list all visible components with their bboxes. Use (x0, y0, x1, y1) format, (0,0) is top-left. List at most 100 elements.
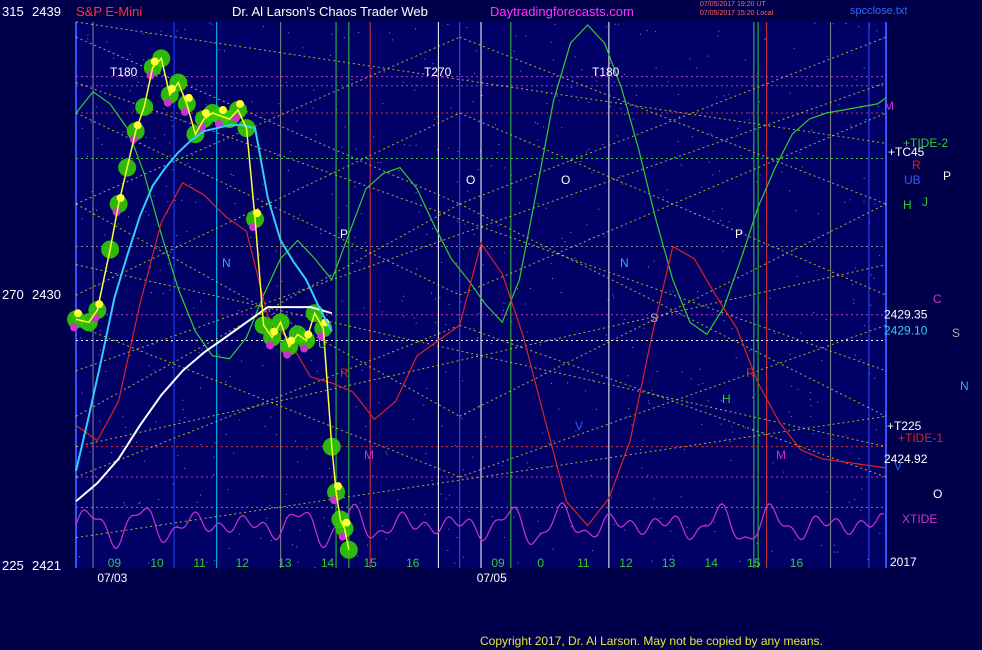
star (745, 59, 746, 61)
x-tick-label: 10 (150, 556, 164, 570)
date-label-day2: 07/05 (477, 571, 507, 585)
star (503, 536, 505, 538)
star (503, 252, 505, 254)
star (860, 107, 862, 109)
star (525, 35, 527, 37)
star (513, 50, 515, 52)
star (653, 260, 655, 262)
star (96, 209, 97, 211)
star (441, 261, 443, 263)
star (229, 376, 231, 378)
star (355, 148, 357, 150)
star (663, 407, 665, 409)
star (95, 106, 97, 108)
star (151, 292, 152, 294)
star (720, 423, 722, 425)
star (447, 550, 449, 551)
price-high-dot (74, 309, 82, 318)
star (845, 434, 847, 436)
star (250, 236, 252, 238)
star (278, 103, 280, 105)
star (580, 161, 582, 162)
star (270, 540, 272, 541)
star (554, 23, 556, 25)
star (195, 201, 197, 203)
star (564, 241, 566, 243)
star (456, 181, 458, 183)
star (306, 448, 308, 450)
star (193, 307, 195, 309)
star (663, 196, 665, 198)
star (315, 134, 317, 136)
star (463, 248, 465, 250)
star (383, 71, 385, 73)
star (296, 546, 298, 548)
plot-annotation: M (776, 448, 786, 462)
star (139, 351, 141, 353)
star (165, 185, 167, 187)
star (262, 26, 264, 27)
price-level-label: 2429.10 (884, 323, 928, 337)
plot-annotation: R (746, 366, 755, 380)
star (341, 146, 343, 148)
star (380, 162, 382, 164)
star (77, 477, 79, 479)
star (863, 67, 865, 69)
plot-annotation: T180 (110, 65, 138, 79)
star (485, 436, 487, 438)
star (542, 432, 544, 434)
star (464, 223, 466, 225)
star (501, 465, 503, 467)
star (346, 205, 348, 207)
star (577, 99, 579, 101)
star (705, 524, 706, 525)
star (449, 494, 450, 496)
star (849, 199, 851, 201)
star (211, 23, 213, 25)
star (276, 285, 278, 287)
star (628, 408, 630, 410)
star (790, 416, 792, 418)
star (468, 78, 470, 80)
star (351, 79, 353, 81)
star (299, 214, 301, 216)
star (490, 343, 492, 345)
star (800, 332, 802, 334)
star (551, 382, 552, 384)
star (356, 555, 358, 557)
star (172, 367, 173, 368)
star (145, 211, 147, 213)
star (124, 504, 126, 506)
star (669, 290, 671, 292)
star (371, 68, 373, 70)
star (418, 211, 420, 213)
star (672, 290, 674, 292)
star (363, 307, 365, 309)
star (122, 416, 124, 418)
year-label: 2017 (890, 555, 917, 569)
star (805, 79, 807, 81)
star (172, 483, 174, 485)
star (735, 357, 737, 359)
star (546, 102, 548, 104)
star (468, 510, 470, 512)
star (854, 499, 856, 501)
site-link[interactable]: Daytradingforecasts.com (490, 4, 634, 19)
star (570, 87, 572, 88)
star (781, 171, 783, 173)
star (234, 203, 236, 205)
star (870, 304, 872, 306)
star (153, 195, 155, 197)
star (520, 70, 522, 72)
star (863, 325, 865, 326)
star (497, 225, 499, 227)
x-tick-label: 14 (705, 556, 719, 570)
star (104, 234, 106, 236)
star (826, 491, 828, 493)
star (260, 537, 262, 539)
star (820, 544, 822, 546)
star (281, 280, 283, 282)
star (489, 247, 490, 249)
star (437, 149, 438, 150)
star (680, 164, 682, 166)
